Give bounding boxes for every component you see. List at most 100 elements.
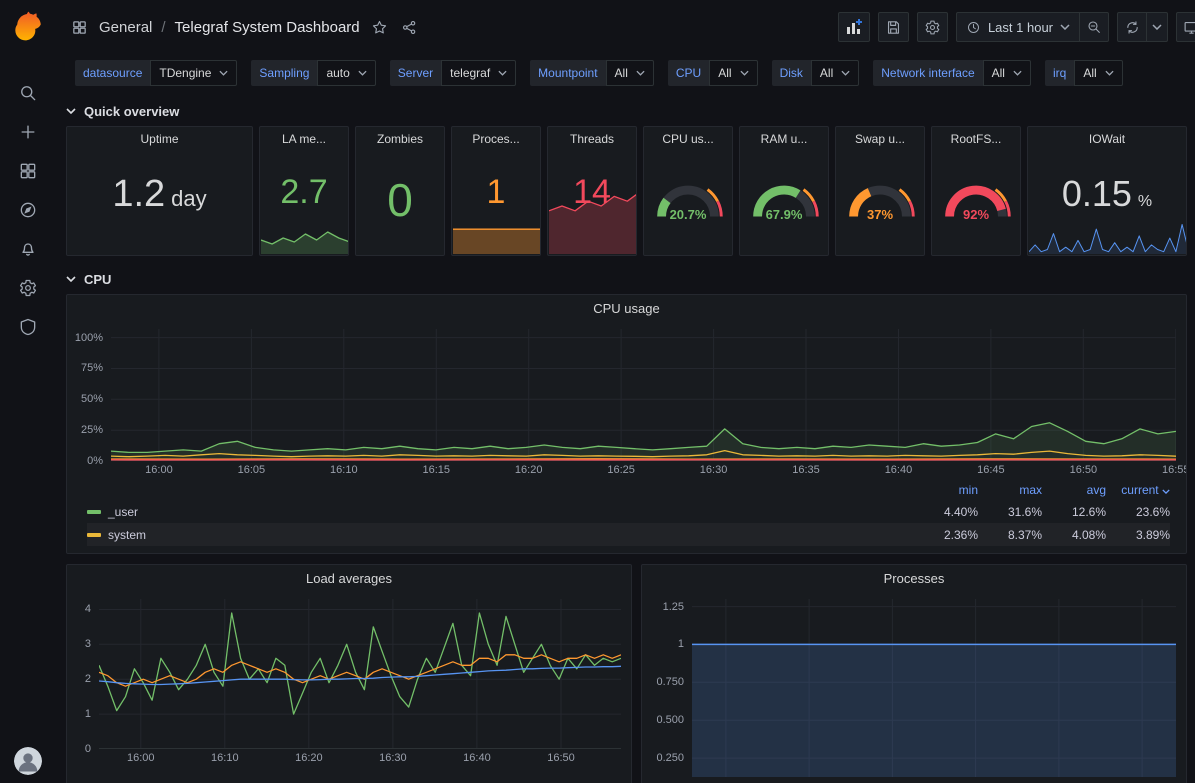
variable-value-dropdown[interactable]: All — [709, 60, 757, 86]
variable-label: Network interface — [873, 60, 982, 86]
legend-row-system: system 2.36% 8.37% 4.08% 3.89% — [87, 523, 1170, 546]
gauge: 37% — [836, 161, 924, 223]
user-avatar[interactable] — [14, 747, 42, 775]
panel-la-medium: LA me... 2.7 — [259, 126, 349, 256]
row-toggle-cpu[interactable]: CPU — [66, 264, 1187, 294]
gauge: 92% — [932, 161, 1020, 223]
legend-current: 1.34% — [1106, 551, 1170, 555]
processes-chart[interactable] — [692, 599, 1176, 777]
chevron-down-icon — [740, 70, 749, 76]
add-panel-icon — [845, 18, 863, 36]
load-averages-chart[interactable] — [99, 599, 621, 749]
panel-title[interactable]: LA me... — [260, 127, 348, 151]
zoom-out-time-button[interactable] — [1079, 12, 1109, 42]
gauge-value: 92% — [932, 207, 1020, 222]
refresh-icon — [1125, 20, 1140, 35]
panel-zombies: Zombies 0 — [355, 126, 445, 256]
variable-label: Mountpoint — [530, 60, 605, 86]
legend-min: 2.36% — [914, 528, 978, 542]
variable-value-dropdown[interactable]: TDengine — [150, 60, 237, 86]
dashboards-button[interactable] — [6, 152, 50, 189]
panel-title[interactable]: Zombies — [356, 127, 444, 151]
dashboard-variables: datasource TDengine Sampling auto Server… — [55, 54, 1195, 92]
legend-col-avg[interactable]: avg — [1042, 483, 1106, 497]
explore-button[interactable] — [6, 191, 50, 228]
panel-title[interactable]: Uptime — [67, 127, 252, 151]
search-button[interactable] — [6, 74, 50, 111]
chevron-down-icon — [66, 108, 76, 114]
panel-title[interactable]: Processes — [642, 565, 1186, 593]
cpu-usage-chart[interactable] — [111, 329, 1176, 461]
share-icon[interactable] — [399, 17, 420, 38]
star-icon[interactable] — [369, 17, 390, 38]
grafana-logo[interactable] — [12, 10, 44, 42]
variable-cpu: CPU All — [668, 60, 758, 86]
alerting-button[interactable] — [6, 230, 50, 267]
create-button[interactable] — [6, 113, 50, 150]
grafana-flame-icon — [12, 10, 44, 42]
legend-col-max[interactable]: max — [978, 483, 1042, 497]
chevron-down-icon — [1060, 24, 1070, 30]
y-axis: 100%75%50%25%0% — [71, 329, 111, 461]
panel-uptime: Uptime 1.2day — [66, 126, 253, 256]
variable-value-dropdown[interactable]: All — [983, 60, 1031, 86]
bell-icon — [18, 239, 38, 259]
refresh-button[interactable] — [1117, 12, 1147, 42]
legend-avg: 1.19% — [1042, 551, 1106, 555]
panel-title[interactable]: Swap u... — [836, 127, 924, 151]
refresh-controls — [1117, 12, 1168, 42]
configuration-button[interactable] — [6, 269, 50, 306]
stat-value: 0 — [356, 151, 444, 255]
time-range-picker[interactable]: Last 1 hour — [956, 12, 1080, 42]
legend-col-current[interactable]: current — [1106, 483, 1170, 497]
dashboard-settings-button[interactable] — [917, 12, 948, 42]
grafana-app: General / Telegraf System Dashboard — [0, 0, 1195, 783]
refresh-interval-dropdown[interactable] — [1146, 12, 1168, 42]
legend-series-toggle[interactable]: _user — [87, 505, 914, 519]
breadcrumb-section[interactable]: General — [99, 19, 152, 36]
legend-series-toggle[interactable]: system — [87, 528, 914, 542]
variable-value-dropdown[interactable]: telegraf — [441, 60, 516, 86]
panel-title[interactable]: Threads — [548, 127, 636, 151]
server-admin-button[interactable] — [6, 308, 50, 345]
variable-value-dropdown[interactable]: auto — [317, 60, 375, 86]
series-swatch — [87, 533, 101, 537]
variable-value-dropdown[interactable]: All — [606, 60, 654, 86]
gear-icon — [18, 278, 38, 298]
panel-title[interactable]: CPU us... — [644, 127, 732, 151]
clock-icon — [966, 20, 981, 35]
apps-grid-icon[interactable] — [69, 17, 90, 38]
panel-title[interactable]: Proces... — [452, 127, 540, 151]
panel-title[interactable]: Load averages — [67, 565, 631, 593]
legend-current: 3.89% — [1106, 528, 1170, 542]
x-axis — [692, 777, 1176, 783]
panel-cpu-usage-gauge: CPU us... 20.7% — [643, 126, 733, 256]
panel-title[interactable]: RootFS... — [932, 127, 1020, 151]
legend-max: 4.11% — [978, 551, 1042, 555]
row-toggle-quick-overview[interactable]: Quick overview — [66, 96, 1187, 126]
stat-value: 14 — [548, 151, 636, 255]
tv-mode-button[interactable] — [1176, 12, 1195, 42]
compass-icon — [18, 200, 38, 220]
stat-value: 1.2day — [67, 151, 252, 255]
variable-server: Server telegraf — [390, 60, 516, 86]
time-range-label: Last 1 hour — [988, 20, 1053, 35]
sort-caret-icon — [1162, 489, 1170, 494]
stat-value: 2.7 — [260, 151, 348, 255]
variable-value-dropdown[interactable]: All — [811, 60, 859, 86]
legend-col-min[interactable]: min — [914, 483, 978, 497]
gauge-value: 20.7% — [644, 207, 732, 222]
legend-series-toggle[interactable]: _iowait — [87, 551, 914, 555]
variable-irq: irq All — [1045, 60, 1123, 86]
variable-value-dropdown[interactable]: All — [1074, 60, 1122, 86]
variable-label: datasource — [75, 60, 150, 86]
panel-title[interactable]: RAM u... — [740, 127, 828, 151]
x-axis: 16:0016:0516:1016:1516:2016:2516:3016:35… — [111, 461, 1176, 478]
save-dashboard-button[interactable] — [878, 12, 909, 42]
variable-mountpoint: Mountpoint All — [530, 60, 654, 86]
panel-title[interactable]: IOWait — [1028, 127, 1186, 151]
panel-title[interactable]: CPU usage — [67, 295, 1186, 323]
add-panel-button[interactable] — [838, 12, 870, 42]
time-controls: Last 1 hour — [956, 12, 1109, 42]
stat-value: 0.15% — [1028, 151, 1186, 255]
